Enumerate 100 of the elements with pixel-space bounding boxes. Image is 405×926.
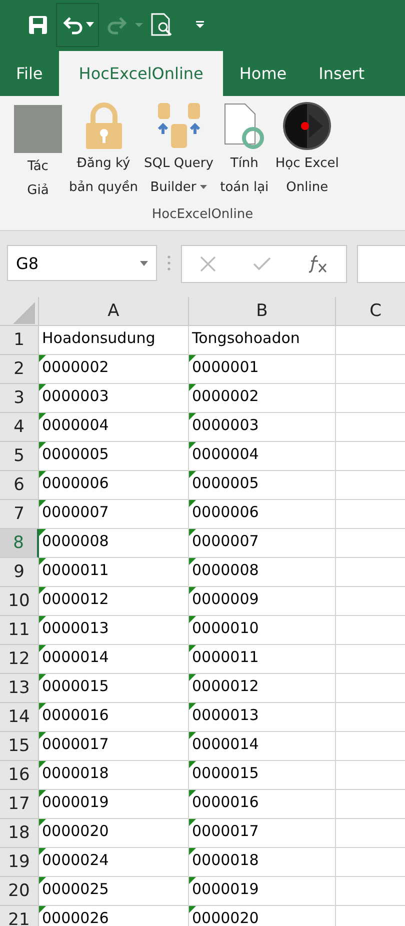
ribbon-tab[interactable]: HocExcelOnline bbox=[58, 51, 224, 96]
table-cell: 0000003 bbox=[39, 384, 189, 413]
row-header[interactable]: 14 bbox=[0, 703, 39, 732]
error-indicator-icon bbox=[39, 500, 46, 507]
checkmark-icon[interactable] bbox=[252, 257, 271, 271]
ribbon-tab[interactable]: File bbox=[0, 51, 59, 96]
error-indicator-icon bbox=[189, 442, 196, 449]
row-header[interactable]: 20 bbox=[0, 877, 39, 906]
name-box[interactable]: G8 bbox=[7, 245, 157, 281]
table-cell: 0000008 bbox=[39, 529, 189, 558]
function-icon[interactable] bbox=[308, 255, 328, 273]
error-indicator-icon bbox=[189, 471, 196, 478]
error-indicator-icon bbox=[39, 761, 46, 768]
error-indicator-icon bbox=[39, 703, 46, 710]
grip-icon bbox=[167, 255, 171, 271]
error-indicator-icon bbox=[39, 906, 46, 913]
row-header[interactable]: 12 bbox=[0, 645, 39, 674]
row-header[interactable]: 3 bbox=[0, 384, 39, 413]
customize-dropdown-icon[interactable] bbox=[195, 21, 205, 29]
table-cell: 0000017 bbox=[189, 819, 336, 848]
table-cell: 0000024 bbox=[39, 848, 189, 877]
row-header[interactable]: 8 bbox=[0, 529, 39, 558]
error-indicator-icon bbox=[39, 645, 46, 652]
error-indicator-icon bbox=[39, 471, 46, 478]
error-indicator-icon bbox=[39, 790, 46, 797]
save-icon[interactable] bbox=[28, 15, 48, 35]
table-cell: 0000006 bbox=[189, 500, 336, 529]
document-refresh-icon bbox=[223, 102, 266, 150]
error-indicator-icon bbox=[39, 877, 46, 884]
table-cell: 0000009 bbox=[189, 587, 336, 616]
error-indicator-icon bbox=[39, 384, 46, 391]
undo-button[interactable] bbox=[56, 3, 99, 47]
row-header[interactable]: 2 bbox=[0, 355, 39, 384]
row-header[interactable]: 7 bbox=[0, 500, 39, 529]
error-indicator-icon bbox=[39, 587, 46, 594]
row-header[interactable]: 13 bbox=[0, 674, 39, 703]
error-indicator-icon bbox=[189, 703, 196, 710]
error-indicator-icon bbox=[39, 442, 46, 449]
table-cell: 0000004 bbox=[39, 413, 189, 442]
row-header[interactable]: 18 bbox=[0, 819, 39, 848]
column-header[interactable]: C bbox=[336, 297, 405, 326]
table-cell: 0000008 bbox=[189, 558, 336, 587]
error-indicator-icon bbox=[189, 877, 196, 884]
error-indicator-icon bbox=[189, 906, 196, 913]
column-header[interactable]: B bbox=[189, 297, 336, 326]
row-header[interactable]: 16 bbox=[0, 761, 39, 790]
caret-icon bbox=[140, 260, 148, 266]
table-cell: 0000012 bbox=[189, 674, 336, 703]
table-cell: 0000018 bbox=[39, 761, 189, 790]
error-indicator-icon bbox=[39, 819, 46, 826]
error-indicator-icon bbox=[189, 848, 196, 855]
error-indicator-icon bbox=[39, 616, 46, 623]
error-indicator-icon bbox=[189, 761, 196, 768]
row-header[interactable]: 10 bbox=[0, 587, 39, 616]
ribbon-button[interactable]: Học Excel Online bbox=[272, 102, 342, 203]
table-cell: 0000005 bbox=[39, 442, 189, 471]
ribbon-button[interactable]: SQL Query Builder bbox=[141, 102, 216, 203]
table-cell: 0000013 bbox=[39, 616, 189, 645]
ribbon-tab[interactable]: Home bbox=[223, 51, 303, 96]
ribbon-button[interactable]: Tính toán lại bbox=[216, 102, 272, 203]
table-cell: 0000020 bbox=[39, 819, 189, 848]
table-cell: 0000002 bbox=[39, 355, 189, 384]
column-header[interactable]: A bbox=[39, 297, 189, 326]
row-header[interactable]: 21 bbox=[0, 906, 39, 926]
lock-icon bbox=[84, 102, 124, 150]
print-preview-icon[interactable] bbox=[151, 13, 173, 37]
row-header[interactable]: 15 bbox=[0, 732, 39, 761]
table-cell: 0000011 bbox=[189, 645, 336, 674]
table-cell: 0000019 bbox=[39, 790, 189, 819]
row-header[interactable]: 19 bbox=[0, 848, 39, 877]
error-indicator-icon bbox=[189, 645, 196, 652]
error-indicator-icon bbox=[189, 587, 196, 594]
error-indicator-icon bbox=[189, 674, 196, 681]
row-header[interactable]: 11 bbox=[0, 616, 39, 645]
ribbon-tab[interactable]: Insert bbox=[302, 51, 381, 96]
table-cell: 0000025 bbox=[39, 877, 189, 906]
table-cell: 0000007 bbox=[189, 529, 336, 558]
table-cell: 0000016 bbox=[189, 790, 336, 819]
error-indicator-icon bbox=[39, 413, 46, 420]
error-indicator-icon bbox=[39, 529, 46, 536]
ribbon-button[interactable]: Đăng ký bản quyền bbox=[66, 102, 142, 203]
error-indicator-icon bbox=[189, 355, 196, 362]
error-indicator-icon bbox=[189, 413, 196, 420]
table-cell: 0000017 bbox=[39, 732, 189, 761]
error-indicator-icon bbox=[39, 355, 46, 362]
database-icon bbox=[156, 102, 201, 150]
row-header[interactable]: 9 bbox=[0, 558, 39, 587]
error-indicator-icon bbox=[39, 674, 46, 681]
row-header[interactable]: 1 bbox=[0, 326, 39, 355]
row-header[interactable]: 5 bbox=[0, 442, 39, 471]
table-cell: 0000016 bbox=[39, 703, 189, 732]
ribbon-button[interactable]: Tác Giả bbox=[10, 102, 66, 203]
row-header[interactable]: 6 bbox=[0, 471, 39, 500]
table-cell: 0000010 bbox=[189, 616, 336, 645]
table-cell: 0000004 bbox=[189, 442, 336, 471]
table-cell: 0000002 bbox=[189, 384, 336, 413]
formula-field[interactable] bbox=[357, 245, 405, 283]
row-header[interactable]: 17 bbox=[0, 790, 39, 819]
play-disc-icon bbox=[283, 102, 332, 150]
row-header[interactable]: 4 bbox=[0, 413, 39, 442]
